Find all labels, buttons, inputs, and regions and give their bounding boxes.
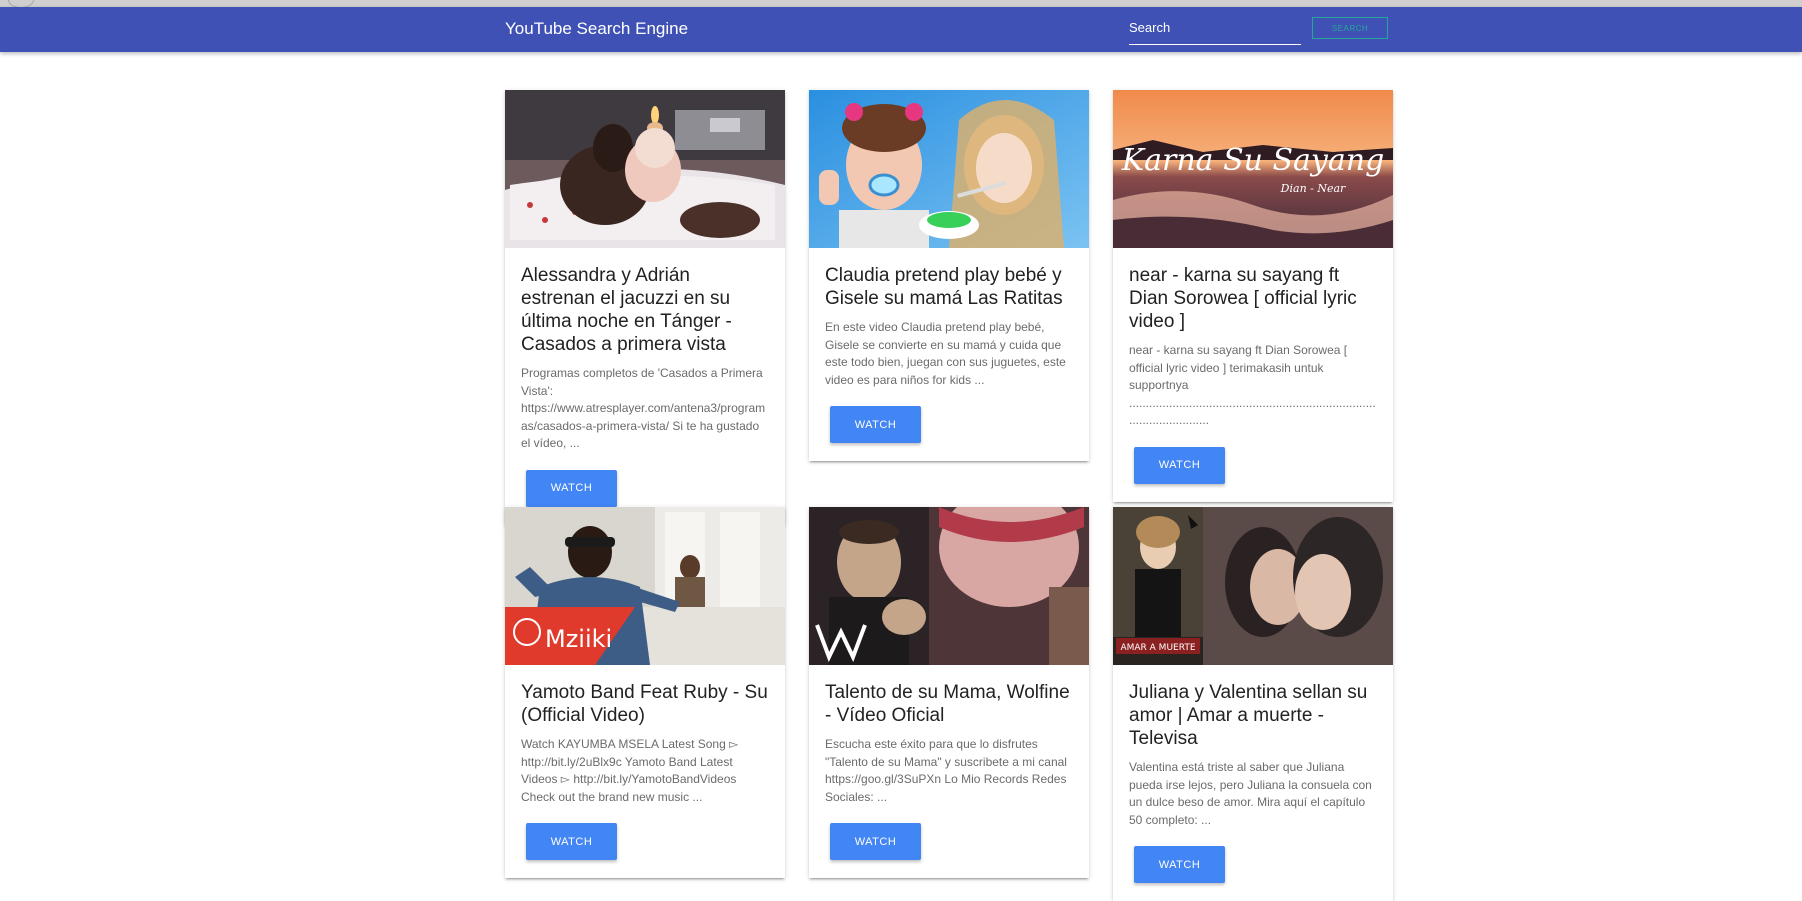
video-card: Alessandra y Adrián estrenan el jacuzzi …	[505, 90, 785, 525]
video-title: Alessandra y Adrián estrenan el jacuzzi …	[521, 265, 732, 355]
video-description: Escucha este éxito para que lo disfrutes…	[825, 737, 1067, 804]
video-description: near - karna su sayang ft Dian Sorowea […	[1129, 343, 1376, 427]
video-description: Programas completos de 'Casados a Primer…	[521, 366, 766, 450]
video-title: Juliana y Valentina sellan su amor | Ama…	[1129, 682, 1368, 749]
video-description: En este video Claudia pretend play bebé,…	[825, 320, 1066, 387]
video-card: Mziiki Yamoto Band Feat Ruby - Su (Offic…	[505, 507, 785, 878]
card-content: Claudia pretend play bebé y Gisele su ma…	[809, 248, 1089, 461]
video-title: Yamoto Band Feat Ruby - Su (Official Vid…	[521, 682, 768, 726]
watch-button[interactable]: WATCH	[526, 823, 617, 860]
brand-logo-text[interactable]: YouTube Search Engine	[505, 19, 688, 39]
thumbnail-show-text: AMAR A MUERTE	[1120, 643, 1195, 653]
card-content: Juliana y Valentina sellan su amor | Ama…	[1113, 665, 1393, 901]
video-title: Talento de su Mama, Wolfine - Vídeo Ofic…	[825, 682, 1070, 726]
video-card: Talento de su Mama, Wolfine - Vídeo Ofic…	[809, 507, 1089, 878]
search-field	[1129, 16, 1301, 45]
video-thumbnail[interactable]: AMAR A MUERTE	[1113, 507, 1393, 665]
thumbnail-title-text: Karna Su Sayang	[1121, 143, 1385, 178]
video-description: Valentina está triste al saber que Julia…	[1129, 760, 1372, 827]
video-card: AMAR A MUERTE Juliana y Valentina sellan…	[1113, 507, 1393, 901]
video-thumbnail[interactable]: Mziiki	[505, 507, 785, 665]
video-thumbnail[interactable]	[809, 90, 1089, 248]
watch-button[interactable]: WATCH	[830, 823, 921, 860]
thumbnail-subtitle-text: Dian - Near	[1280, 182, 1346, 195]
video-title: Claudia pretend play bebé y Gisele su ma…	[825, 265, 1063, 309]
search-button[interactable]: SEARCH	[1312, 17, 1388, 39]
video-card: Karna Su Sayang Dian - Near near - karna…	[1113, 90, 1393, 502]
watch-button[interactable]: WATCH	[526, 469, 617, 507]
card-content: Alessandra y Adrián estrenan el jacuzzi …	[505, 248, 785, 525]
card-content: Yamoto Band Feat Ruby - Su (Official Vid…	[505, 665, 785, 878]
watch-button[interactable]: WATCH	[1134, 446, 1225, 484]
video-thumbnail[interactable]	[505, 90, 785, 248]
video-description: Watch KAYUMBA MSELA Latest Song ▻ http:/…	[521, 737, 739, 804]
watch-button[interactable]: WATCH	[830, 406, 921, 443]
watch-button[interactable]: WATCH	[1134, 846, 1225, 883]
video-card: Claudia pretend play bebé y Gisele su ma…	[809, 90, 1089, 461]
thumbnail-brand-text: Mziiki	[545, 625, 612, 653]
card-content: Talento de su Mama, Wolfine - Vídeo Ofic…	[809, 665, 1089, 878]
video-thumbnail[interactable]	[809, 507, 1089, 665]
video-thumbnail[interactable]: Karna Su Sayang Dian - Near	[1113, 90, 1393, 248]
video-title: near - karna su sayang ft Dian Sorowea […	[1129, 265, 1357, 332]
card-content: near - karna su sayang ft Dian Sorowea […	[1113, 248, 1393, 502]
navbar: YouTube Search Engine SEARCH	[0, 7, 1802, 52]
search-input[interactable]	[1129, 16, 1301, 38]
